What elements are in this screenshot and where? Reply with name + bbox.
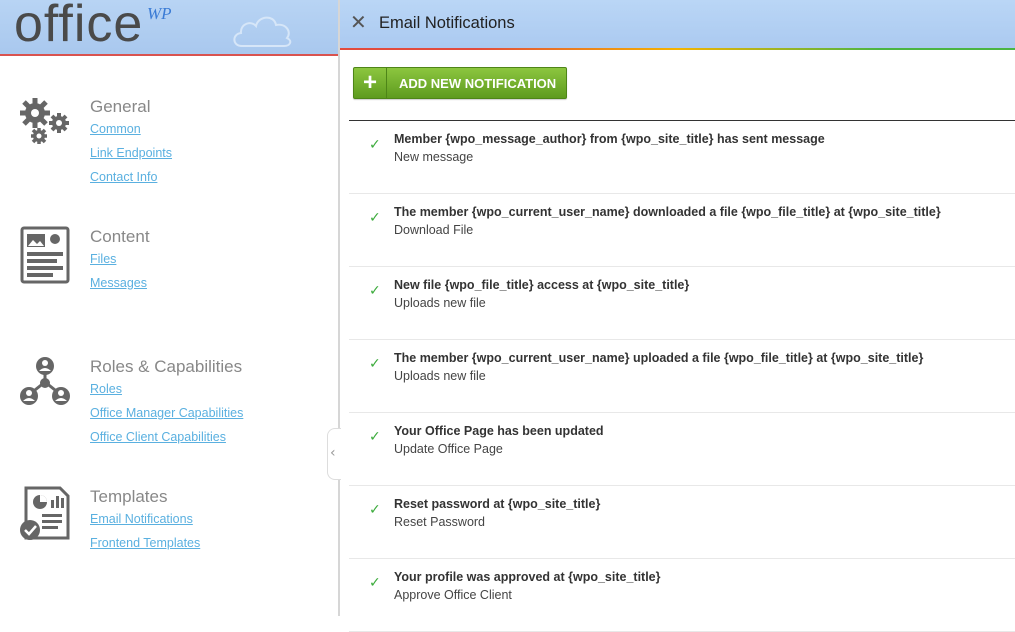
gears-icon xyxy=(20,98,69,144)
checkmark-icon: ✓ xyxy=(369,429,381,445)
settings-sidebar: General Common Link Endpoints Contact In… xyxy=(0,56,338,616)
link-office-client-capabilities[interactable]: Office Client Capabilities xyxy=(90,430,226,444)
link-frontend-templates[interactable]: Frontend Templates xyxy=(90,536,200,550)
notification-row[interactable]: ✓ Your Office Page has been updated Update… xyxy=(349,413,1015,486)
add-new-notification-button[interactable]: + ADD NEW NOTIFICATION xyxy=(353,67,567,99)
notification-row[interactable]: ✓ New file {wpo_file_title} access at {wp… xyxy=(349,267,1015,340)
link-messages[interactable]: Messages xyxy=(90,276,147,290)
link-email-notifications[interactable]: Email Notifications xyxy=(90,512,193,526)
link-link-endpoints[interactable]: Link Endpoints xyxy=(90,146,172,160)
logo: office xyxy=(14,0,143,54)
roles-hierarchy-icon xyxy=(20,357,70,405)
notification-row[interactable]: ✓ The member {wpo_current_user_name} down… xyxy=(349,194,1015,267)
notification-title: The member {wpo_current_user_name} uploa… xyxy=(394,351,924,365)
section-title-roles: Roles & Capabilities xyxy=(90,357,243,376)
chevron-left-icon: ‹ xyxy=(330,445,336,461)
app-header: office WP xyxy=(0,0,338,56)
notification-subtitle: Download File xyxy=(394,223,474,237)
checkmark-icon: ✓ xyxy=(369,137,381,153)
link-contact-info[interactable]: Contact Info xyxy=(90,170,157,184)
notification-row[interactable]: ✓ Reset password at {wpo_site_title} Reset… xyxy=(349,486,1015,559)
checkmark-icon: ✓ xyxy=(369,210,381,226)
notification-row[interactable]: ✓ Member {wpo_message_author} from {wpo_s… xyxy=(349,121,1015,194)
plus-icon: + xyxy=(354,68,387,98)
notification-subtitle: Uploads new file xyxy=(394,296,486,310)
section-title-templates: Templates xyxy=(90,487,168,506)
logo-superscript: WP xyxy=(147,4,172,23)
panel-header-stripe xyxy=(340,48,1015,50)
notification-title: Reset password at {wpo_site_title} xyxy=(394,497,601,511)
link-common[interactable]: Common xyxy=(90,122,141,136)
checkmark-icon: ✓ xyxy=(369,356,381,372)
link-roles[interactable]: Roles xyxy=(90,382,122,396)
checkmark-icon: ✓ xyxy=(369,502,381,518)
notification-subtitle: Update Office Page xyxy=(394,442,503,456)
notification-subtitle: Reset Password xyxy=(394,515,486,529)
notification-row[interactable]: ✓ The member {wpo_current_user_name} uplo… xyxy=(349,340,1015,413)
collapse-sidebar-button[interactable]: ‹ xyxy=(327,428,341,480)
checkmark-icon: ✓ xyxy=(369,283,381,299)
link-files[interactable]: Files xyxy=(90,252,116,266)
template-checklist-icon xyxy=(20,486,70,540)
checkmark-icon: ✓ xyxy=(369,575,381,591)
notification-row[interactable]: ✓ Your profile was approved at {wpo_site_… xyxy=(349,559,1015,632)
notification-title: The member {wpo_current_user_name} downl… xyxy=(394,205,941,219)
add-new-notification-label: ADD NEW NOTIFICATION xyxy=(399,76,557,91)
section-title-content: Content xyxy=(90,227,150,246)
notification-title: Member {wpo_message_author} from {wpo_si… xyxy=(394,132,825,146)
notification-subtitle: Uploads new file xyxy=(394,369,486,383)
close-icon[interactable]: ✕ xyxy=(350,10,367,34)
notification-subtitle: Approve Office Client xyxy=(394,588,512,602)
notification-title: New file {wpo_file_title} access at {wpo… xyxy=(394,278,690,292)
logo-text: office xyxy=(14,0,144,53)
section-title-general: General xyxy=(90,97,151,116)
link-office-manager-capabilities[interactable]: Office Manager Capabilities xyxy=(90,406,243,420)
panel-title: Email Notifications xyxy=(379,14,515,32)
cloud-icon xyxy=(233,16,292,47)
document-icon xyxy=(20,226,70,284)
notification-title: Your Office Page has been updated xyxy=(394,424,604,438)
notification-title: Your profile was approved at {wpo_site_t… xyxy=(394,570,661,584)
notification-subtitle: New message xyxy=(394,150,474,164)
panel-divider xyxy=(338,0,340,616)
